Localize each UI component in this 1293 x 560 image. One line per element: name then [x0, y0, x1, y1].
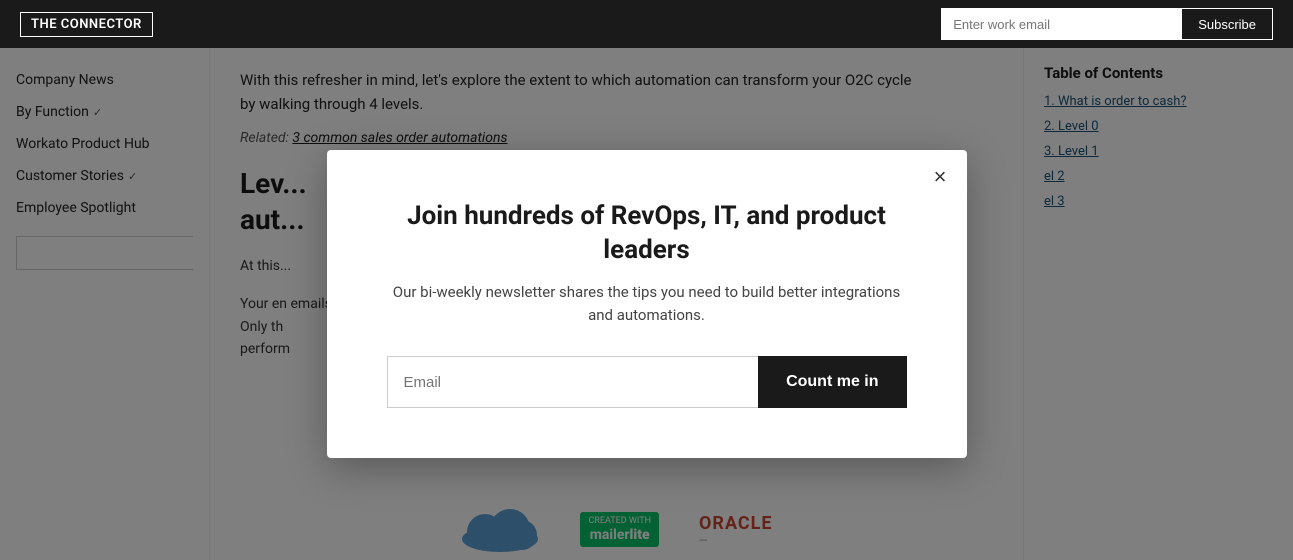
- modal-email-input[interactable]: [387, 356, 759, 408]
- header: THE CONNECTOR Subscribe: [0, 0, 1293, 48]
- header-right: Subscribe: [941, 8, 1273, 40]
- modal-overlay: × Join hundreds of RevOps, IT, and produ…: [0, 48, 1293, 560]
- modal-submit-button[interactable]: Count me in: [758, 356, 906, 408]
- modal-close-button[interactable]: ×: [934, 166, 947, 188]
- site-logo[interactable]: THE CONNECTOR: [20, 12, 153, 37]
- modal-subtitle: Our bi-weekly newsletter shares the tips…: [387, 281, 907, 326]
- modal-dialog: × Join hundreds of RevOps, IT, and produ…: [327, 150, 967, 459]
- subscribe-button[interactable]: Subscribe: [1181, 8, 1273, 40]
- header-email-input[interactable]: [941, 8, 1181, 40]
- modal-title: Join hundreds of RevOps, IT, and product…: [387, 200, 907, 268]
- modal-form: Count me in: [387, 356, 907, 408]
